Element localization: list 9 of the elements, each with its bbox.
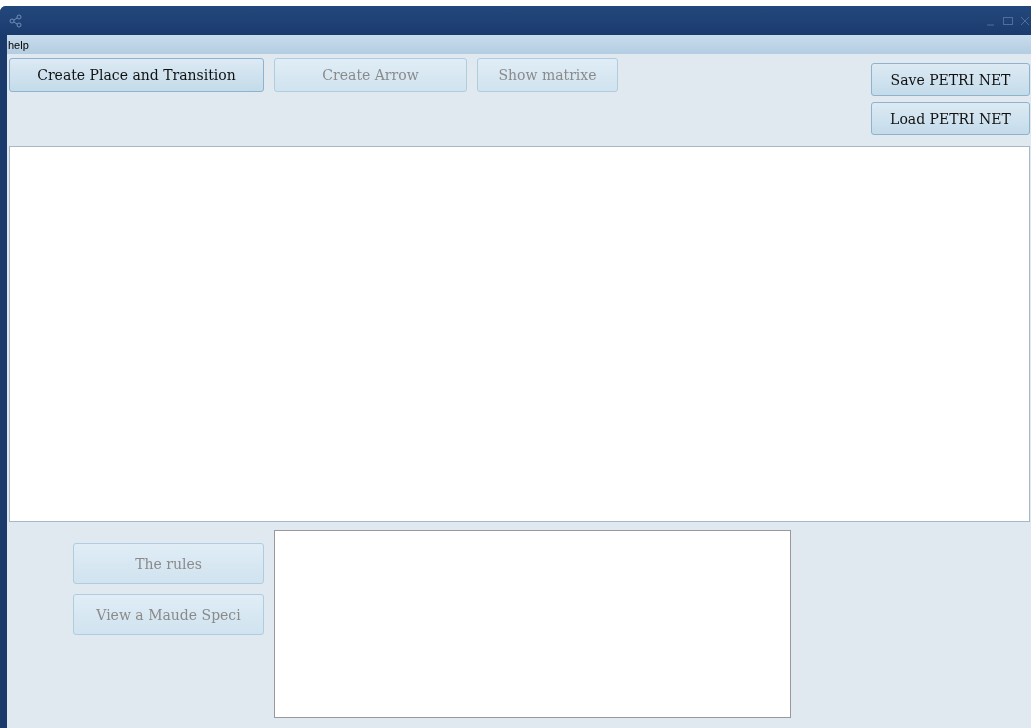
drawing-canvas[interactable] (9, 146, 1030, 522)
menu-item[interactable]: help (8, 38, 29, 51)
toolbar-button[interactable]: Create Place and Transition (9, 58, 264, 92)
close-icon[interactable] (1021, 15, 1029, 26)
maximize-icon[interactable] (1003, 15, 1013, 26)
file-button[interactable]: Load PETRI NET (871, 102, 1030, 135)
file-button[interactable]: Save PETRI NET (871, 63, 1030, 96)
output-text-area[interactable] (274, 530, 791, 718)
share-icon (9, 13, 23, 28)
